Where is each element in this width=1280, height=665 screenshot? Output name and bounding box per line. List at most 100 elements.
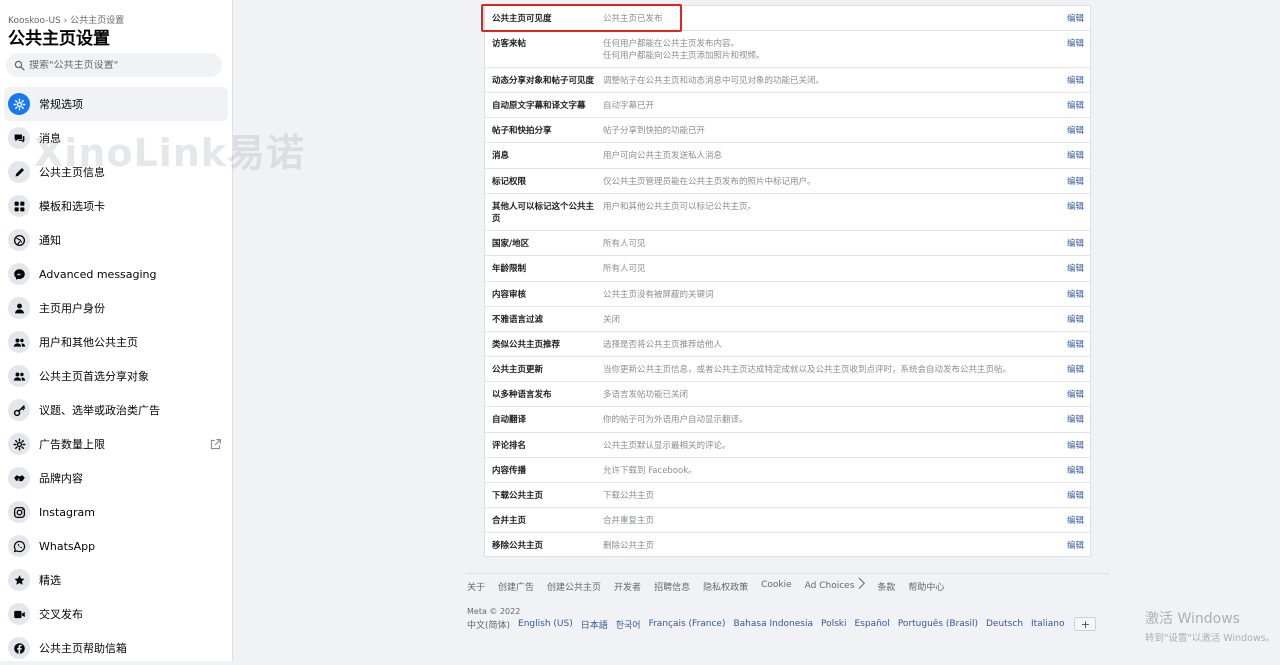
settings-row[interactable]: 内容审核 公共主页没有被屏蔽的关键词 编辑: [485, 282, 1090, 307]
edit-link[interactable]: 编辑: [1067, 13, 1084, 25]
setting-label: 访客来帖: [492, 39, 527, 49]
settings-row[interactable]: 类似公共主页推荐 选择是否将公共主页推荐给他人 编辑: [485, 332, 1090, 357]
sidebar-item-label: 议题、选举或政治类广告: [39, 404, 160, 417]
grid-icon: [8, 195, 30, 217]
sidebar-item-label: 公共主页首选分享对象: [39, 370, 149, 383]
settings-row[interactable]: 合并主页 合并重复主页 编辑: [485, 508, 1090, 533]
setting-value-line: 用户可向公共主页发送私人消息: [603, 151, 723, 161]
language-link[interactable]: 한국어: [616, 618, 641, 631]
settings-row[interactable]: 不雅语言过滤 关闭 编辑: [485, 307, 1090, 332]
sidebar-item-12[interactable]: Instagram: [4, 495, 228, 529]
footer-link[interactable]: 创建公共主页: [547, 580, 601, 593]
settings-row[interactable]: 公共主页更新 当你更新公共主页信息，或者公共主页达成特定成就以及公共主页收到点评时…: [485, 357, 1090, 382]
edit-link[interactable]: 编辑: [1067, 289, 1084, 301]
footer-link[interactable]: 条款: [877, 580, 895, 593]
edit-link[interactable]: 编辑: [1067, 238, 1084, 250]
sidebar-item-13[interactable]: WhatsApp: [4, 529, 228, 563]
footer-link[interactable]: 招聘信息: [654, 580, 690, 593]
edit-link[interactable]: 编辑: [1067, 364, 1084, 376]
sidebar-item-14[interactable]: 精选: [4, 563, 228, 597]
sidebar-item-9[interactable]: 议题、选举或政治类广告: [4, 393, 228, 427]
settings-row[interactable]: 年龄限制 所有人可见 编辑: [485, 256, 1090, 282]
sidebar-item-4[interactable]: 通知: [4, 223, 228, 257]
edit-link[interactable]: 编辑: [1067, 540, 1084, 552]
language-link[interactable]: Deutsch: [986, 619, 1023, 629]
sidebar-item-16[interactable]: 公共主页帮助信箱: [4, 631, 228, 665]
settings-row[interactable]: 自动原文字幕和译文字幕 自动字幕已开 编辑: [485, 93, 1090, 118]
footer-link[interactable]: Cookie: [761, 580, 792, 593]
settings-row[interactable]: 公共主页可见度 公共主页已发布 编辑: [485, 6, 1090, 31]
settings-row[interactable]: 标记权限 仅公共主页管理员能在公共主页发布的照片中标记用户。 编辑: [485, 169, 1090, 194]
language-link[interactable]: Português (Brasil): [898, 619, 978, 629]
settings-row[interactable]: 国家/地区 所有人可见 编辑: [485, 231, 1090, 256]
edit-link[interactable]: 编辑: [1067, 150, 1084, 162]
setting-value: 自动字幕已开: [603, 100, 1053, 112]
edit-link[interactable]: 编辑: [1067, 38, 1084, 50]
settings-row[interactable]: 下载公共主页 下载公共主页 编辑: [485, 483, 1090, 508]
settings-row[interactable]: 动态分享对象和帖子可见度 调整帖子在公共主页和动态消息中可见对象的功能已关闭。 编辑: [485, 68, 1090, 93]
language-link[interactable]: Español: [855, 619, 890, 629]
footer-link[interactable]: 创建广告: [498, 580, 534, 593]
edit-link[interactable]: 编辑: [1067, 75, 1084, 87]
edit-link[interactable]: 编辑: [1067, 414, 1084, 426]
people-icon: [8, 331, 30, 353]
sidebar-item-label: 广告数量上限: [39, 438, 105, 451]
language-link[interactable]: 日本語: [581, 618, 608, 631]
sidebar-item-3[interactable]: 模板和选项卡: [4, 189, 228, 223]
sidebar-item-7[interactable]: 用户和其他公共主页: [4, 325, 228, 359]
sidebar-item-1[interactable]: 消息: [4, 121, 228, 155]
sidebar-item-0[interactable]: 常规选项: [4, 87, 228, 121]
sidebar-item-8[interactable]: 公共主页首选分享对象: [4, 359, 228, 393]
settings-row[interactable]: 评论排名 公共主页默认显示最相关的评论。 编辑: [485, 433, 1090, 458]
edit-link[interactable]: 编辑: [1067, 389, 1084, 401]
sidebar-item-2[interactable]: 公共主页信息: [4, 155, 228, 189]
edit-link[interactable]: 编辑: [1067, 314, 1084, 326]
setting-value: 所有人可见: [603, 263, 1053, 275]
edit-link[interactable]: 编辑: [1067, 263, 1084, 275]
sidebar-item-11[interactable]: 品牌内容: [4, 461, 228, 495]
settings-row[interactable]: 以多种语言发布 多语言发帖功能已关闭 编辑: [485, 382, 1090, 407]
edit-link[interactable]: 编辑: [1067, 490, 1084, 502]
settings-row[interactable]: 帖子和快拍分享 帖子分享到快拍的功能已开 编辑: [485, 118, 1090, 143]
settings-row[interactable]: 自动翻译 你的帖子可为外语用户自动显示翻译。 编辑: [485, 407, 1090, 433]
settings-row[interactable]: 消息 用户可向公共主页发送私人消息 编辑: [485, 143, 1090, 169]
settings-row[interactable]: 访客来帖 任何用户都能在公共主页发布内容。 任何用户都能向公共主页添加照片和视频。 编…: [485, 31, 1090, 68]
add-language-button[interactable]: +: [1074, 617, 1097, 631]
setting-label: 消息: [492, 151, 510, 161]
search-box[interactable]: [6, 53, 222, 77]
sidebar-item-6[interactable]: 主页用户身份: [4, 291, 228, 325]
footer-link[interactable]: 隐私权政策: [703, 580, 748, 593]
setting-label: 不雅语言过滤: [492, 315, 544, 325]
footer-link[interactable]: 关于: [467, 580, 485, 593]
settings-row[interactable]: 移除公共主页 删除公共主页 编辑: [485, 533, 1090, 558]
edit-link[interactable]: 编辑: [1067, 125, 1084, 137]
edit-link[interactable]: 编辑: [1067, 440, 1084, 452]
edit-link[interactable]: 编辑: [1067, 515, 1084, 527]
edit-link[interactable]: 编辑: [1067, 201, 1084, 213]
settings-row[interactable]: 内容传播 允许下载到 Facebook。 编辑: [485, 458, 1090, 483]
footer-link[interactable]: 帮助中心: [908, 580, 944, 593]
language-link[interactable]: Français (France): [649, 619, 726, 629]
sidebar-item-label: 品牌内容: [39, 472, 83, 485]
whatsapp-icon: [8, 535, 30, 557]
sidebar-item-10[interactable]: 广告数量上限: [4, 427, 228, 461]
gear-icon: [8, 433, 30, 455]
language-list: 中文(简体) English (US) 日本語 한국어 Français (France…: [467, 617, 1097, 631]
footer-link[interactable]: Ad Choices: [805, 580, 865, 593]
sidebar-item-5[interactable]: Advanced messaging: [4, 257, 228, 291]
search-icon: [14, 60, 25, 71]
sidebar-item-15[interactable]: 交叉发布: [4, 597, 228, 631]
language-link[interactable]: Italiano: [1031, 619, 1064, 629]
search-input[interactable]: [29, 59, 209, 71]
language-link[interactable]: Polski: [821, 619, 847, 629]
settings-row[interactable]: 其他人可以标记这个公共主页 用户和其他公共主页可以标记公共主页。 编辑: [485, 194, 1090, 231]
edit-link[interactable]: 编辑: [1067, 100, 1084, 112]
setting-label: 国家/地区: [492, 239, 530, 249]
external-link-icon[interactable]: [209, 436, 222, 450]
language-link[interactable]: English (US): [518, 619, 573, 629]
edit-link[interactable]: 编辑: [1067, 465, 1084, 477]
language-link[interactable]: Bahasa Indonesia: [733, 619, 813, 629]
footer-link[interactable]: 开发者: [614, 580, 641, 593]
edit-link[interactable]: 编辑: [1067, 339, 1084, 351]
edit-link[interactable]: 编辑: [1067, 176, 1084, 188]
